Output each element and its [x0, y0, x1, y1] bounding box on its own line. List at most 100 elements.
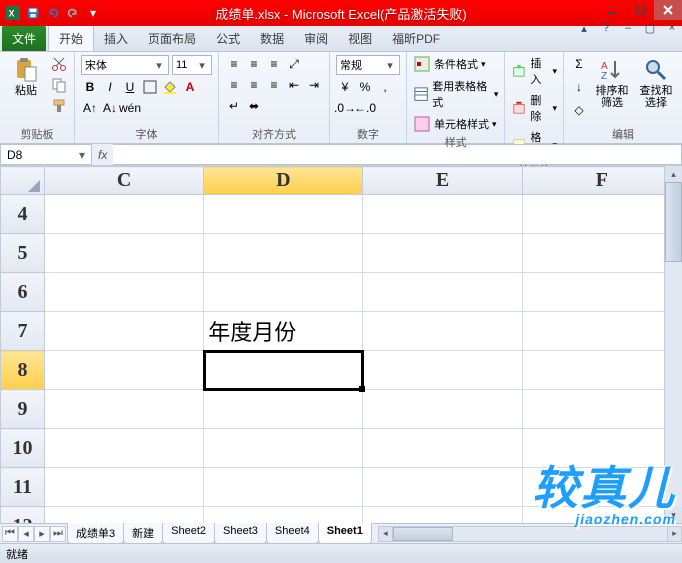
cell-C4[interactable]: [45, 195, 204, 234]
cell-C10[interactable]: [45, 429, 204, 468]
scroll-left-arrow[interactable]: ◂: [379, 527, 393, 541]
cell-styles-button[interactable]: 单元格样式▾: [413, 115, 498, 133]
help-icon[interactable]: ?: [598, 20, 614, 36]
minimize-button[interactable]: [598, 0, 626, 20]
align-bottom-icon[interactable]: ≡: [265, 55, 283, 73]
wrap-text-icon[interactable]: ↵: [225, 97, 243, 115]
name-box[interactable]: D8▾: [0, 144, 92, 165]
clear-icon[interactable]: ◇: [570, 101, 588, 119]
border-button[interactable]: [141, 78, 159, 96]
row-header[interactable]: 11: [1, 468, 45, 507]
comma-format-icon[interactable]: ,: [376, 78, 394, 96]
increase-font-icon[interactable]: A↑: [81, 99, 99, 117]
increase-decimal-icon[interactable]: .0→: [336, 99, 354, 117]
align-left-icon[interactable]: ≡: [225, 76, 243, 94]
percent-format-icon[interactable]: %: [356, 78, 374, 96]
cell-E12[interactable]: [363, 507, 522, 524]
insert-cells-button[interactable]: 插入▾: [511, 55, 557, 87]
formula-input[interactable]: [113, 144, 682, 165]
cell-C5[interactable]: [45, 234, 204, 273]
underline-button[interactable]: U: [121, 78, 139, 96]
sheet-nav-prev[interactable]: ◂: [18, 526, 34, 542]
paste-button[interactable]: 粘贴: [6, 55, 46, 125]
cell-F7[interactable]: [522, 312, 681, 351]
cell-D7[interactable]: 年度月份: [204, 312, 363, 351]
sheet-tab[interactable]: 成绩单3: [67, 523, 124, 544]
row-header[interactable]: 10: [1, 429, 45, 468]
redo-icon[interactable]: [64, 4, 82, 22]
cell-F9[interactable]: [522, 390, 681, 429]
chevron-down-icon[interactable]: ▾: [79, 148, 85, 162]
copy-icon[interactable]: [50, 76, 68, 94]
cell-C9[interactable]: [45, 390, 204, 429]
column-header[interactable]: E: [363, 167, 522, 195]
chevron-down-icon[interactable]: ▾: [196, 59, 208, 72]
column-header[interactable]: D: [204, 167, 363, 195]
cell-D6[interactable]: [204, 273, 363, 312]
format-as-table-button[interactable]: 套用表格格式▾: [413, 78, 498, 110]
undo-icon[interactable]: [44, 4, 62, 22]
cell-C6[interactable]: [45, 273, 204, 312]
sheet-nav-next[interactable]: ▸: [34, 526, 50, 542]
conditional-format-button[interactable]: 条件格式▾: [413, 55, 498, 73]
cell-D12[interactable]: [204, 507, 363, 524]
doc-close-icon[interactable]: ×: [664, 20, 680, 36]
save-icon[interactable]: [24, 4, 42, 22]
sheet-nav-last[interactable]: ⏭: [50, 526, 66, 542]
cell-F5[interactable]: [522, 234, 681, 273]
cell-E5[interactable]: [363, 234, 522, 273]
orientation-icon[interactable]: ⤢: [285, 55, 303, 73]
cell-D9[interactable]: [204, 390, 363, 429]
find-select-button[interactable]: 查找和选择: [636, 55, 676, 125]
cell-C7[interactable]: [45, 312, 204, 351]
cell-E9[interactable]: [363, 390, 522, 429]
cell-E10[interactable]: [363, 429, 522, 468]
tab-review[interactable]: 审阅: [294, 26, 338, 51]
row-header[interactable]: 6: [1, 273, 45, 312]
align-right-icon[interactable]: ≡: [265, 76, 283, 94]
cell-D11[interactable]: [204, 468, 363, 507]
accounting-format-icon[interactable]: ¥: [336, 78, 354, 96]
sheet-tab[interactable]: 新建: [123, 523, 163, 544]
cell-D10[interactable]: [204, 429, 363, 468]
cell-E11[interactable]: [363, 468, 522, 507]
chevron-down-icon[interactable]: ▾: [384, 59, 396, 72]
cell-E4[interactable]: [363, 195, 522, 234]
cell-F8[interactable]: [522, 351, 681, 390]
fx-icon[interactable]: fx: [98, 148, 107, 162]
close-button[interactable]: [654, 0, 682, 20]
cell-D4[interactable]: [204, 195, 363, 234]
cell-E6[interactable]: [363, 273, 522, 312]
tab-formula[interactable]: 公式: [206, 26, 250, 51]
vertical-scrollbar[interactable]: ▴ ▾: [664, 166, 682, 523]
scroll-thumb[interactable]: [393, 527, 453, 541]
tab-foxit-pdf[interactable]: 福昕PDF: [382, 26, 450, 51]
format-painter-icon[interactable]: [50, 97, 68, 115]
chevron-down-icon[interactable]: ▾: [153, 59, 165, 72]
scroll-up-arrow[interactable]: ▴: [665, 166, 682, 182]
font-name-combo[interactable]: 宋体▾: [81, 55, 169, 75]
cell-C12[interactable]: [45, 507, 204, 524]
align-center-icon[interactable]: ≡: [245, 76, 263, 94]
row-header[interactable]: 8: [1, 351, 45, 390]
scroll-thumb[interactable]: [665, 182, 682, 262]
scroll-down-arrow[interactable]: ▾: [665, 507, 682, 523]
doc-restore-icon[interactable]: ▢: [642, 20, 658, 36]
qat-dropdown-icon[interactable]: ▾: [84, 4, 102, 22]
sheet-tab[interactable]: Sheet2: [162, 523, 215, 544]
cell-D5[interactable]: [204, 234, 363, 273]
align-middle-icon[interactable]: ≡: [245, 55, 263, 73]
row-header[interactable]: 7: [1, 312, 45, 351]
column-header[interactable]: C: [45, 167, 204, 195]
merge-center-icon[interactable]: ⬌: [245, 97, 263, 115]
tab-file[interactable]: 文件: [2, 26, 46, 51]
delete-cells-button[interactable]: 删除▾: [511, 92, 557, 124]
decrease-indent-icon[interactable]: ⇤: [285, 76, 303, 94]
bold-button[interactable]: B: [81, 78, 99, 96]
sort-filter-button[interactable]: AZ 排序和筛选: [592, 55, 632, 125]
font-size-combo[interactable]: 11▾: [172, 55, 212, 75]
cell-F10[interactable]: [522, 429, 681, 468]
sheet-nav-first[interactable]: ⏮: [2, 526, 18, 542]
ribbon-minimize-icon[interactable]: ▴: [576, 20, 592, 36]
tab-insert[interactable]: 插入: [94, 26, 138, 51]
